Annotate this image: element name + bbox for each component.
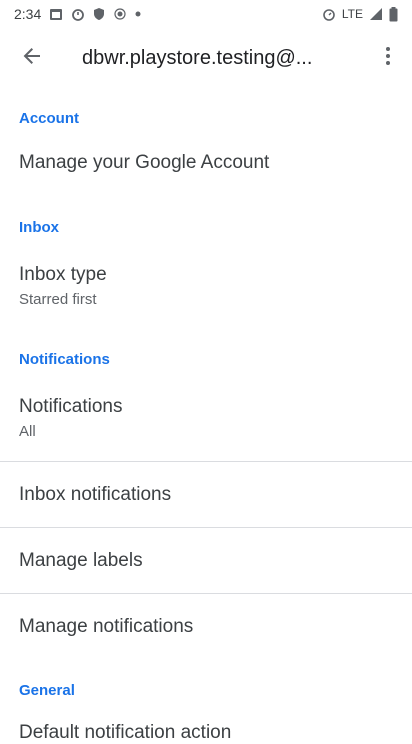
manage-labels-label: Manage labels xyxy=(19,550,143,571)
more-options-button[interactable] xyxy=(368,30,408,86)
network-type: LTE xyxy=(341,7,363,21)
more-vert-icon xyxy=(385,46,391,71)
timer-icon xyxy=(71,7,85,21)
status-bar-left: 2:34 xyxy=(14,6,141,22)
inbox-notifications-item[interactable]: Inbox notifications xyxy=(0,462,412,526)
notifications-item[interactable]: Notifications All xyxy=(0,380,412,460)
manage-labels-item[interactable]: Manage labels xyxy=(0,528,412,592)
status-bar: 2:34 LTE xyxy=(0,0,412,28)
account-email-title: dbwr.playstore.testing@... xyxy=(82,46,313,69)
inbox-type-label: Inbox type xyxy=(19,264,107,285)
dot-icon xyxy=(135,11,141,17)
default-notification-action-item[interactable]: Default notification action xyxy=(0,704,412,744)
manage-google-account-item[interactable]: Manage your Google Account xyxy=(0,134,412,196)
section-header-inbox: Inbox xyxy=(19,219,59,236)
calendar-icon xyxy=(49,7,63,21)
arrow-back-icon xyxy=(22,46,42,71)
app-bar: dbwr.playstore.testing@... xyxy=(0,28,412,88)
inbox-notifications-label: Inbox notifications xyxy=(19,484,172,505)
alarm-icon xyxy=(322,7,336,21)
notifications-value: All xyxy=(19,423,36,440)
battery-icon xyxy=(389,6,398,22)
default-notification-action-label: Default notification action xyxy=(19,722,232,743)
back-button[interactable] xyxy=(4,30,60,86)
manage-google-account-label: Manage your Google Account xyxy=(19,152,270,173)
manage-notifications-label: Manage notifications xyxy=(19,616,194,637)
status-time: 2:34 xyxy=(14,6,42,22)
manage-notifications-item[interactable]: Manage notifications xyxy=(0,594,412,658)
signal-icon xyxy=(369,7,383,21)
status-bar-right: LTE xyxy=(322,6,398,22)
section-header-account: Account xyxy=(19,110,79,127)
notifications-label: Notifications xyxy=(19,396,123,417)
location-icon xyxy=(113,7,127,21)
section-header-notifications: Notifications xyxy=(19,351,110,368)
shield-icon xyxy=(93,7,105,21)
inbox-type-item[interactable]: Inbox type Starred first xyxy=(0,248,412,318)
section-header-general: General xyxy=(19,682,75,699)
inbox-type-value: Starred first xyxy=(19,291,97,308)
